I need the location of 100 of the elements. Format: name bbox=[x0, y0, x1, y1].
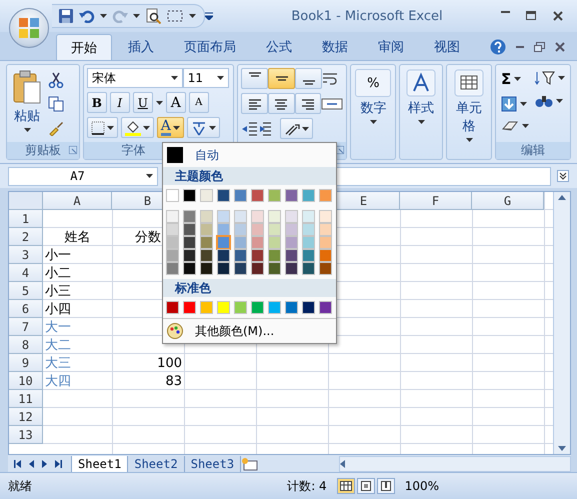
color-swatch[interactable] bbox=[302, 210, 315, 223]
borders-button[interactable] bbox=[86, 117, 118, 138]
color-swatch[interactable] bbox=[217, 210, 230, 223]
color-swatch[interactable] bbox=[183, 210, 196, 223]
color-swatch[interactable] bbox=[285, 249, 298, 262]
align-middle-button[interactable] bbox=[268, 68, 296, 89]
column-header[interactable]: F bbox=[400, 192, 472, 210]
font-color-button[interactable]: A bbox=[156, 117, 184, 138]
color-swatch[interactable] bbox=[183, 223, 196, 236]
row-header[interactable]: 3 bbox=[9, 246, 43, 264]
color-swatch[interactable] bbox=[217, 189, 230, 202]
color-swatch[interactable] bbox=[285, 301, 298, 314]
color-swatch[interactable] bbox=[200, 189, 213, 202]
color-swatch[interactable] bbox=[302, 223, 315, 236]
color-swatch[interactable] bbox=[268, 210, 281, 223]
color-swatch[interactable] bbox=[234, 262, 247, 275]
color-swatch[interactable] bbox=[268, 236, 281, 249]
color-swatch[interactable] bbox=[166, 249, 179, 262]
color-swatch[interactable] bbox=[268, 223, 281, 236]
color-swatch[interactable] bbox=[183, 262, 196, 275]
row-header[interactable]: 11 bbox=[9, 390, 43, 408]
color-swatch[interactable] bbox=[302, 249, 315, 262]
color-swatch[interactable] bbox=[251, 236, 264, 249]
italic-button[interactable]: I bbox=[110, 92, 130, 113]
align-center-button[interactable] bbox=[268, 93, 295, 114]
font-size-field[interactable]: 11 bbox=[182, 68, 229, 88]
align-top-button[interactable] bbox=[241, 68, 268, 89]
color-swatch[interactable] bbox=[302, 236, 315, 249]
ribbon-tab[interactable]: 开始 bbox=[56, 34, 112, 60]
number-button[interactable]: 数字 bbox=[357, 97, 390, 126]
color-swatch[interactable] bbox=[217, 223, 230, 236]
name-box[interactable]: A7 bbox=[8, 166, 158, 186]
row-header[interactable]: 6 bbox=[9, 300, 43, 318]
color-swatch[interactable] bbox=[319, 249, 332, 262]
orientation-button[interactable] bbox=[280, 118, 314, 139]
sheet-tab[interactable]: Sheet1 bbox=[71, 456, 128, 472]
color-swatch[interactable] bbox=[285, 262, 298, 275]
color-swatch[interactable] bbox=[268, 189, 281, 202]
more-colors-item[interactable]: 其他颜色(M)... bbox=[163, 319, 336, 343]
color-swatch[interactable] bbox=[200, 236, 213, 249]
color-swatch[interactable] bbox=[217, 249, 230, 262]
row-header[interactable]: 7 bbox=[9, 318, 43, 336]
color-swatch[interactable] bbox=[200, 249, 213, 262]
color-swatch[interactable] bbox=[166, 301, 179, 314]
align-left-button[interactable] bbox=[241, 93, 268, 114]
color-swatch[interactable] bbox=[268, 301, 281, 314]
ribbon-tab[interactable]: 公式 bbox=[252, 34, 306, 60]
sheet-tab[interactable]: Sheet2 bbox=[127, 456, 185, 472]
color-swatch[interactable] bbox=[200, 210, 213, 223]
color-swatch[interactable] bbox=[234, 249, 247, 262]
column-header[interactable]: A bbox=[43, 192, 112, 210]
ribbon-tab[interactable]: 审阅 bbox=[364, 34, 418, 60]
page-break-button[interactable] bbox=[376, 478, 395, 494]
sheet-tab[interactable]: Sheet3 bbox=[184, 456, 242, 472]
row-header[interactable]: 12 bbox=[9, 408, 43, 426]
color-swatch[interactable] bbox=[302, 189, 315, 202]
automatic-item[interactable]: 自动 bbox=[163, 143, 336, 167]
color-swatch[interactable] bbox=[200, 262, 213, 275]
color-swatch[interactable] bbox=[183, 189, 196, 202]
color-swatch[interactable] bbox=[319, 189, 332, 202]
color-swatch[interactable] bbox=[319, 262, 332, 275]
row-header[interactable]: 10 bbox=[9, 372, 43, 390]
sum-icon[interactable]: Σ bbox=[501, 70, 512, 88]
color-swatch[interactable] bbox=[285, 223, 298, 236]
column-header[interactable]: G bbox=[472, 192, 544, 210]
bold-button[interactable]: B bbox=[86, 92, 107, 113]
ribbon-tab[interactable]: 页面布局 bbox=[170, 34, 250, 60]
color-swatch[interactable] bbox=[319, 210, 332, 223]
paste-button[interactable]: 粘贴 bbox=[10, 68, 44, 139]
row-header[interactable]: 8 bbox=[9, 336, 43, 354]
row-header[interactable]: 4 bbox=[9, 264, 43, 282]
color-swatch[interactable] bbox=[217, 301, 230, 314]
row-header[interactable]: 2 bbox=[9, 228, 43, 246]
color-swatch[interactable] bbox=[251, 249, 264, 262]
color-swatch[interactable] bbox=[251, 223, 264, 236]
color-swatch[interactable] bbox=[234, 223, 247, 236]
color-swatch[interactable] bbox=[251, 189, 264, 202]
color-swatch[interactable] bbox=[285, 189, 298, 202]
row-header[interactable]: 9 bbox=[9, 354, 43, 372]
color-swatch[interactable] bbox=[234, 301, 247, 314]
color-swatch[interactable] bbox=[285, 210, 298, 223]
color-swatch[interactable] bbox=[302, 262, 315, 275]
ribbon-tab[interactable]: 视图 bbox=[420, 34, 474, 60]
color-swatch[interactable] bbox=[166, 262, 179, 275]
align-right-button[interactable] bbox=[294, 93, 322, 114]
color-swatch[interactable] bbox=[268, 249, 281, 262]
color-swatch[interactable] bbox=[234, 210, 247, 223]
color-swatch[interactable] bbox=[166, 236, 179, 249]
color-swatch[interactable] bbox=[251, 262, 264, 275]
color-swatch[interactable] bbox=[200, 223, 213, 236]
underline-button[interactable]: U bbox=[132, 92, 153, 113]
color-swatch[interactable] bbox=[285, 236, 298, 249]
normal-view-button[interactable] bbox=[336, 478, 355, 494]
color-swatch[interactable] bbox=[319, 236, 332, 249]
color-swatch[interactable] bbox=[183, 249, 196, 262]
phonetic-button[interactable] bbox=[186, 117, 220, 138]
fill-color-button[interactable] bbox=[120, 117, 154, 138]
row-header[interactable]: 5 bbox=[9, 282, 43, 300]
color-swatch[interactable] bbox=[166, 223, 179, 236]
align-bottom-button[interactable] bbox=[295, 68, 322, 89]
